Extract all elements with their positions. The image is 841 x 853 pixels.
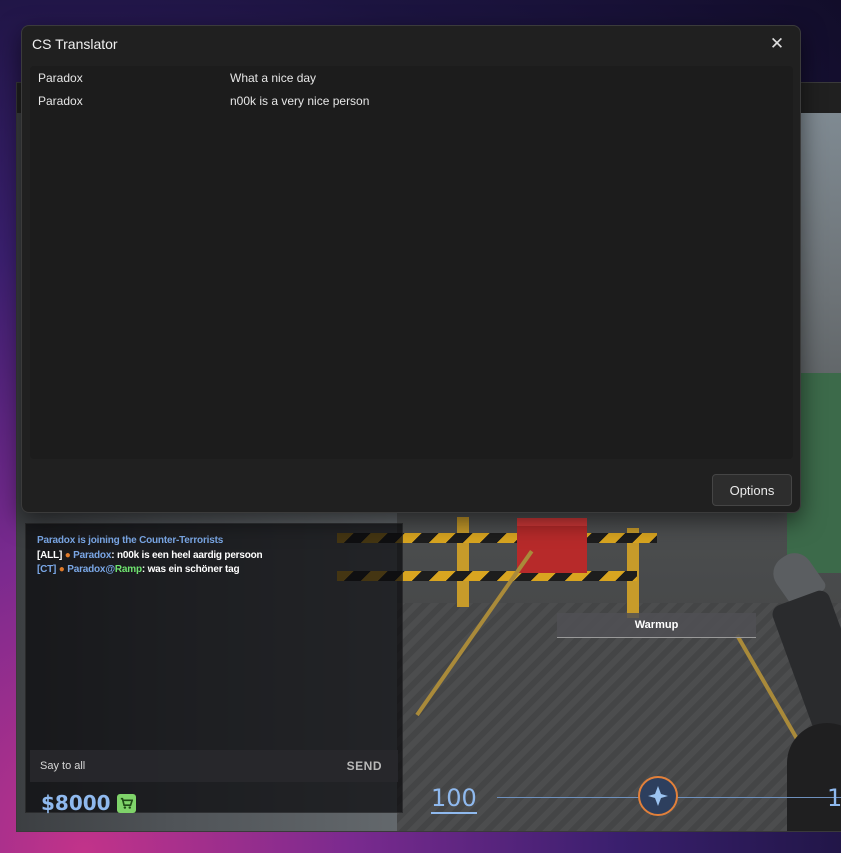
- chat-player-name: Paradox: [67, 564, 106, 575]
- chat-log: Paradox is joining the Counter-Terrorist…: [37, 534, 263, 578]
- chat-system-text: Paradox is joining the Counter-Terrorist…: [37, 535, 224, 546]
- chat-channel: [ALL]: [37, 549, 63, 561]
- window-title: CS Translator: [32, 36, 118, 52]
- health-display: 100: [431, 784, 477, 814]
- chat-input[interactable]: Say to all SEND: [30, 750, 398, 782]
- translator-window: CS Translator ✕ Paradox What a nice day …: [21, 25, 801, 513]
- armor-display: 1: [827, 784, 841, 812]
- scene-red-crate: [517, 518, 587, 573]
- counter-terrorist-emblem-icon: [638, 776, 678, 816]
- chat-message: n00k is een heel aardig persoon: [114, 549, 263, 561]
- chat-line: [CT] ● Paradox@Ramp: was ein schöner tag: [37, 563, 262, 578]
- chat-at: @: [105, 564, 115, 575]
- shopping-cart-icon[interactable]: [117, 794, 136, 813]
- money-display: $8000: [41, 791, 111, 815]
- chat-channel: [CT]: [37, 564, 57, 575]
- chat-location: Ramp: [114, 564, 142, 575]
- chat-input-placeholder[interactable]: Say to all: [40, 760, 85, 772]
- chat-message: was ein schöner tag: [145, 564, 240, 575]
- chat-player-name: Paradox: [73, 549, 112, 561]
- send-button[interactable]: SEND: [347, 759, 382, 773]
- message-sender: Paradox: [38, 93, 83, 108]
- chat-panel: Paradox is joining the Counter-Terrorist…: [25, 523, 403, 813]
- list-item[interactable]: Paradox What a nice day: [30, 66, 793, 89]
- chat-line: Paradox is joining the Counter-Terrorist…: [37, 534, 262, 549]
- cart-glyph: [120, 797, 133, 809]
- translation-list: Paradox What a nice day Paradox n00k is …: [30, 66, 793, 459]
- message-translation: What a nice day: [230, 70, 317, 85]
- list-item[interactable]: Paradox n00k is a very nice person: [30, 89, 793, 112]
- message-translation: n00k is a very nice person: [230, 93, 370, 108]
- player-color-dot: ●: [58, 564, 65, 575]
- close-icon[interactable]: ✕: [764, 32, 790, 56]
- translator-titlebar: CS Translator ✕: [22, 26, 800, 62]
- emblem-glyph: [648, 786, 668, 806]
- warmup-banner: Warmup: [557, 613, 756, 638]
- player-color-dot: ●: [64, 549, 71, 561]
- chat-line: [ALL] ● Paradox: n00k is een heel aardig…: [37, 549, 263, 564]
- options-button[interactable]: Options: [712, 474, 792, 506]
- scene-pillar: [457, 517, 469, 607]
- message-sender: Paradox: [38, 70, 83, 85]
